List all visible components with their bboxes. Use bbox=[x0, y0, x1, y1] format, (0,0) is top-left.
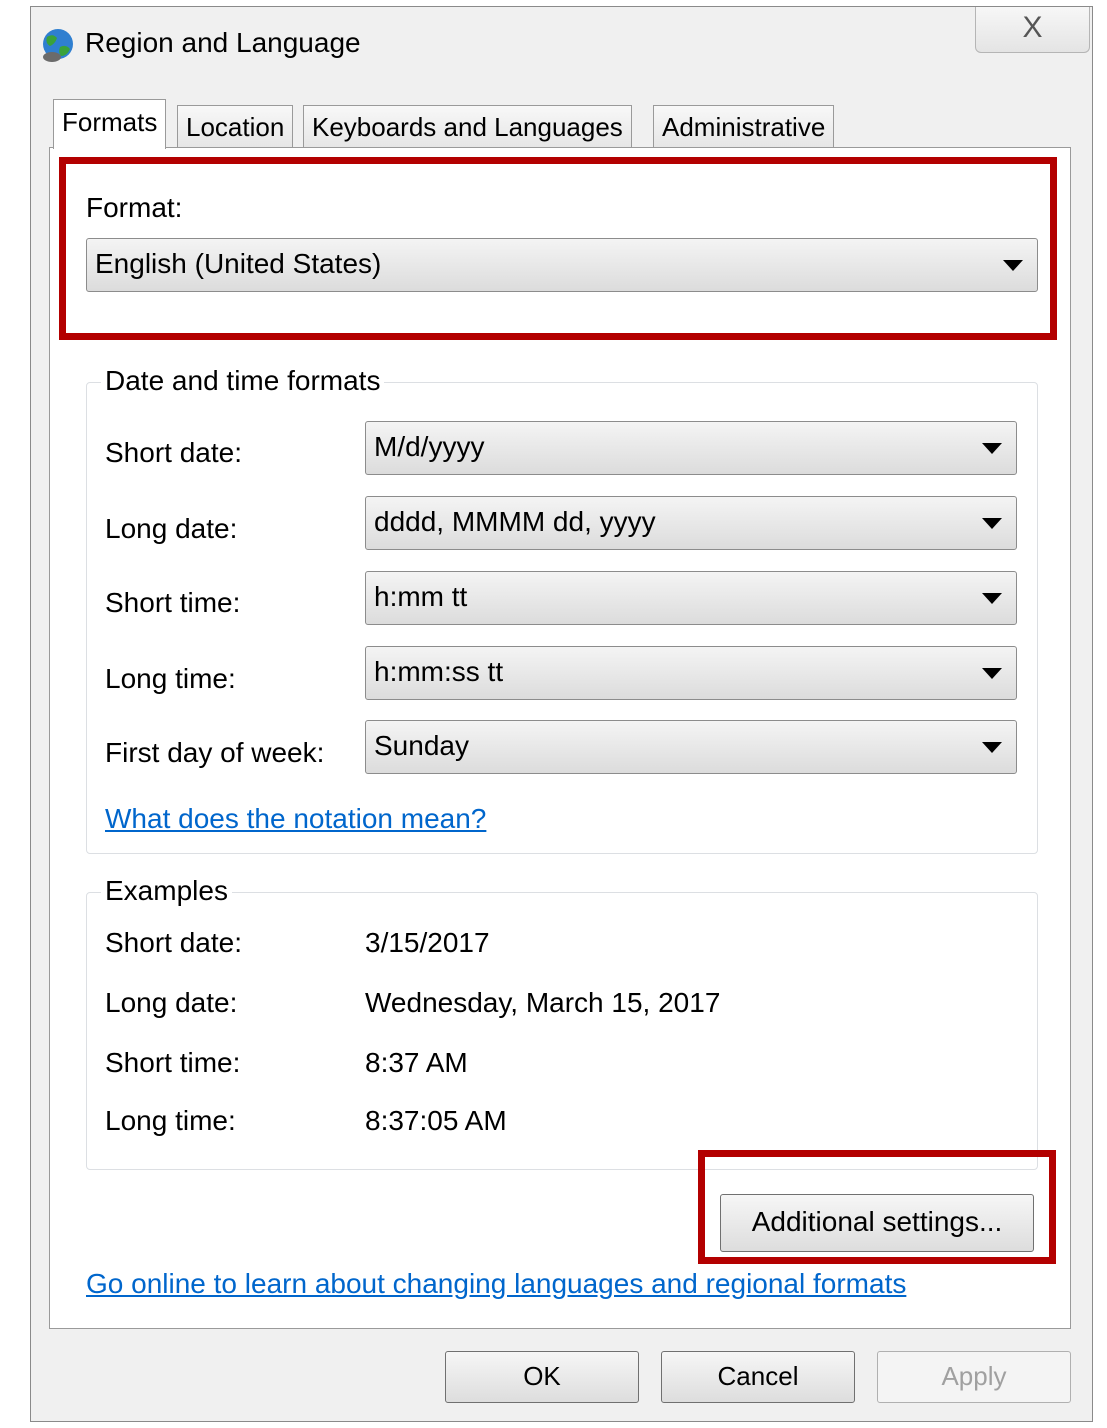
example-long-time-label: Long time: bbox=[105, 1105, 236, 1136]
example-long-date-label: Long date: bbox=[105, 987, 238, 1018]
chevron-down-icon bbox=[982, 518, 1002, 529]
example-long-time-value: 8:37:05 AM bbox=[365, 1105, 507, 1136]
short-date-dropdown[interactable]: M/d/yyyy bbox=[365, 421, 1017, 475]
chevron-down-icon bbox=[982, 742, 1002, 753]
short-time-value: h:mm tt bbox=[374, 581, 468, 612]
first-day-of-week-dropdown[interactable]: Sunday bbox=[365, 720, 1017, 774]
example-short-date-value: 3/15/2017 bbox=[365, 927, 490, 958]
example-short-time-label: Short time: bbox=[105, 1047, 241, 1078]
chevron-down-icon bbox=[982, 668, 1002, 679]
tab-formats[interactable]: Formats bbox=[53, 99, 167, 149]
first-day-of-week-value: Sunday bbox=[374, 730, 469, 761]
example-long-date-value: Wednesday, March 15, 2017 bbox=[365, 987, 721, 1018]
short-time-label: Short time: bbox=[105, 587, 241, 618]
date-time-formats-legend: Date and time formats bbox=[101, 365, 385, 397]
tab-location[interactable]: Location bbox=[177, 105, 294, 147]
short-date-value: M/d/yyyy bbox=[374, 431, 485, 462]
window-title: Region and Language bbox=[85, 27, 361, 58]
notation-help-link[interactable]: What does the notation mean? bbox=[105, 803, 486, 835]
long-date-dropdown[interactable]: dddd, MMMM dd, yyyy bbox=[365, 496, 1017, 550]
format-highlight-box bbox=[59, 157, 1057, 340]
short-date-label: Short date: bbox=[105, 437, 242, 468]
first-day-of-week-label: First day of week: bbox=[105, 737, 325, 768]
close-icon: X bbox=[1022, 11, 1043, 44]
close-button[interactable]: X bbox=[975, 7, 1090, 53]
long-time-label: Long time: bbox=[105, 663, 236, 694]
online-help-link[interactable]: Go online to learn about changing langua… bbox=[86, 1268, 906, 1300]
ok-button[interactable]: OK bbox=[445, 1351, 639, 1403]
tab-keyboards-and-languages[interactable]: Keyboards and Languages bbox=[303, 105, 632, 147]
long-time-value: h:mm:ss tt bbox=[374, 656, 504, 687]
long-date-label: Long date: bbox=[105, 513, 238, 544]
date-time-formats-group: Date and time formats Short date: M/d/yy… bbox=[86, 365, 1038, 854]
cancel-button[interactable]: Cancel bbox=[661, 1351, 855, 1403]
long-date-value: dddd, MMMM dd, yyyy bbox=[374, 506, 656, 537]
tab-administrative[interactable]: Administrative bbox=[653, 105, 835, 147]
additional-settings-highlight-box bbox=[698, 1150, 1056, 1264]
examples-group: Examples Short date: 3/15/2017 Long date… bbox=[86, 875, 1038, 1170]
chevron-down-icon bbox=[982, 593, 1002, 604]
long-time-dropdown[interactable]: h:mm:ss tt bbox=[365, 646, 1017, 700]
chevron-down-icon bbox=[982, 443, 1002, 454]
example-short-date-label: Short date: bbox=[105, 927, 242, 958]
short-time-dropdown[interactable]: h:mm tt bbox=[365, 571, 1017, 625]
examples-legend: Examples bbox=[101, 875, 232, 907]
example-short-time-value: 8:37 AM bbox=[365, 1047, 468, 1078]
globe-icon bbox=[43, 29, 73, 62]
title-bar: Region and Language X bbox=[31, 7, 1092, 87]
apply-button[interactable]: Apply bbox=[877, 1351, 1071, 1403]
